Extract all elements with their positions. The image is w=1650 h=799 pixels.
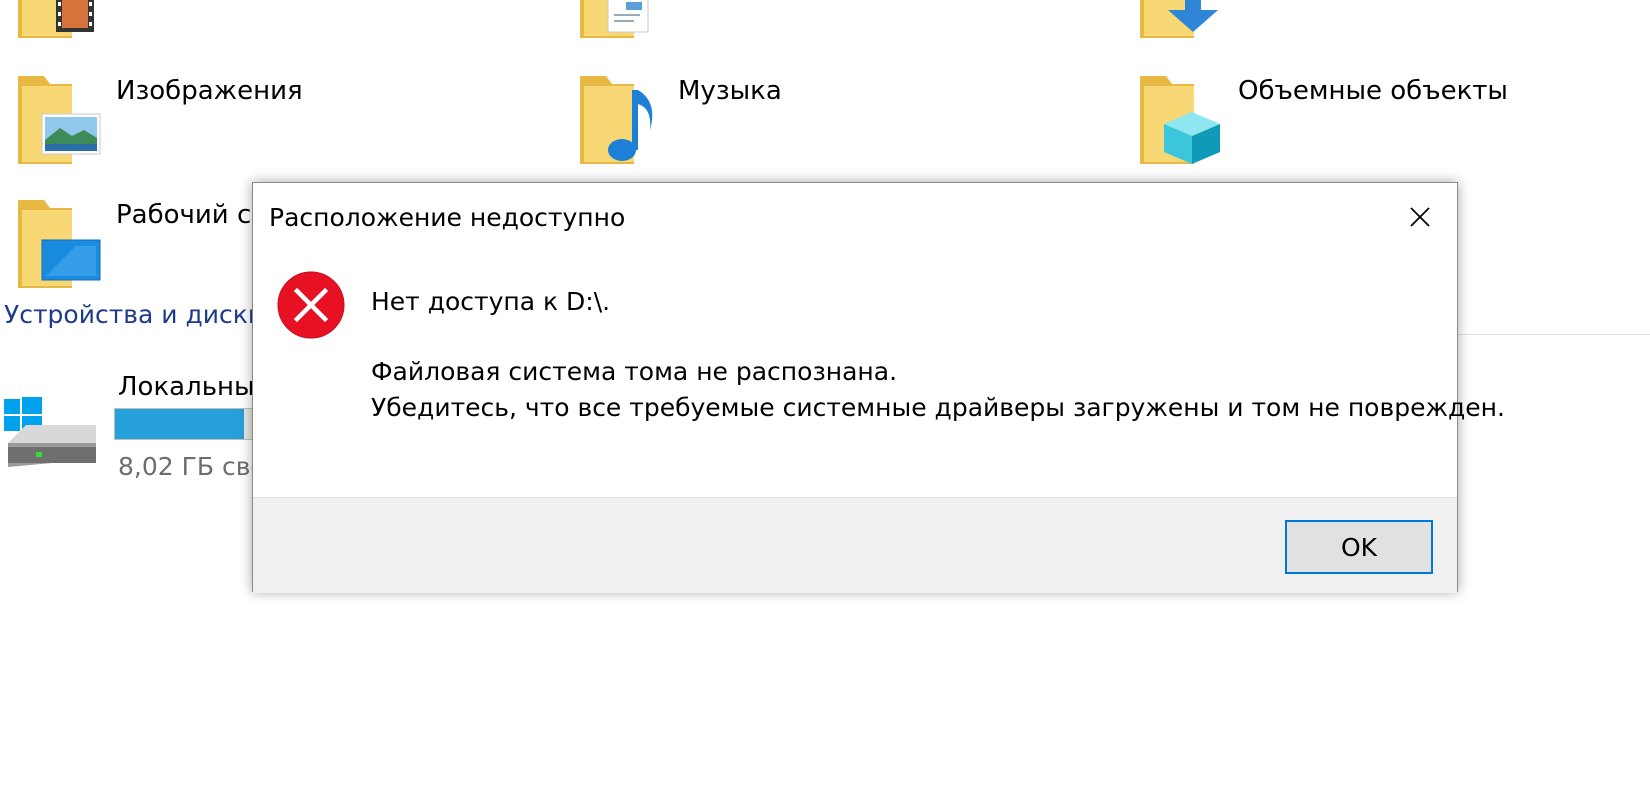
dialog-footer: OK: [253, 497, 1457, 593]
drive-name-label: Локальный: [118, 372, 272, 402]
error-icon: [277, 271, 345, 339]
pictures-folder-icon: [18, 76, 101, 164]
dialog-main-message: Нет доступа к D:\.: [371, 287, 611, 316]
dialog-detail-line-2: Убедитесь, что все требуемые системные д…: [371, 393, 1505, 422]
folder-item-documents[interactable]: [578, 0, 878, 38]
folder-item-videos[interactable]: [16, 0, 316, 38]
drive-usage-fill: [115, 409, 244, 439]
folder-label-pictures: Изображения: [116, 76, 303, 106]
folder-item-3d-objects[interactable]: Объемные объекты: [1138, 72, 1558, 172]
folder-label-music: Музыка: [678, 76, 782, 106]
windows-drive-icon: [4, 397, 96, 467]
folder-item-downloads[interactable]: [1138, 0, 1438, 38]
folder-label-desktop: Рабочий ст: [116, 200, 267, 230]
3d-objects-folder-icon: [1140, 76, 1220, 164]
music-folder-icon: [580, 76, 653, 164]
documents-folder-icon: [580, 0, 649, 38]
downloads-folder-icon: [1140, 0, 1218, 38]
close-button[interactable]: [1397, 197, 1443, 237]
folder-item-music[interactable]: Музыка: [578, 72, 978, 172]
folder-label-3d-objects: Объемные объекты: [1238, 76, 1508, 106]
section-header-devices[interactable]: Устройства и диски (: [4, 300, 282, 329]
dialog-title: Расположение недоступно: [269, 203, 626, 232]
close-icon: [1410, 207, 1430, 227]
file-explorer-window: Изображения Музыка Объемные объекты Рабо…: [0, 0, 1650, 799]
folder-item-pictures[interactable]: Изображения: [16, 72, 416, 172]
ok-button[interactable]: OK: [1285, 520, 1433, 574]
drive-free-space: 8,02 ГБ сво: [118, 452, 266, 481]
drive-usage-bar: [114, 408, 259, 440]
desktop-folder-icon: [18, 200, 101, 288]
dialog-detail-line-1: Файловая система тома не распознана.: [371, 357, 898, 386]
error-dialog: Расположение недоступно Нет доступа к D:…: [252, 182, 1505, 593]
video-folder-icon: [18, 0, 94, 38]
